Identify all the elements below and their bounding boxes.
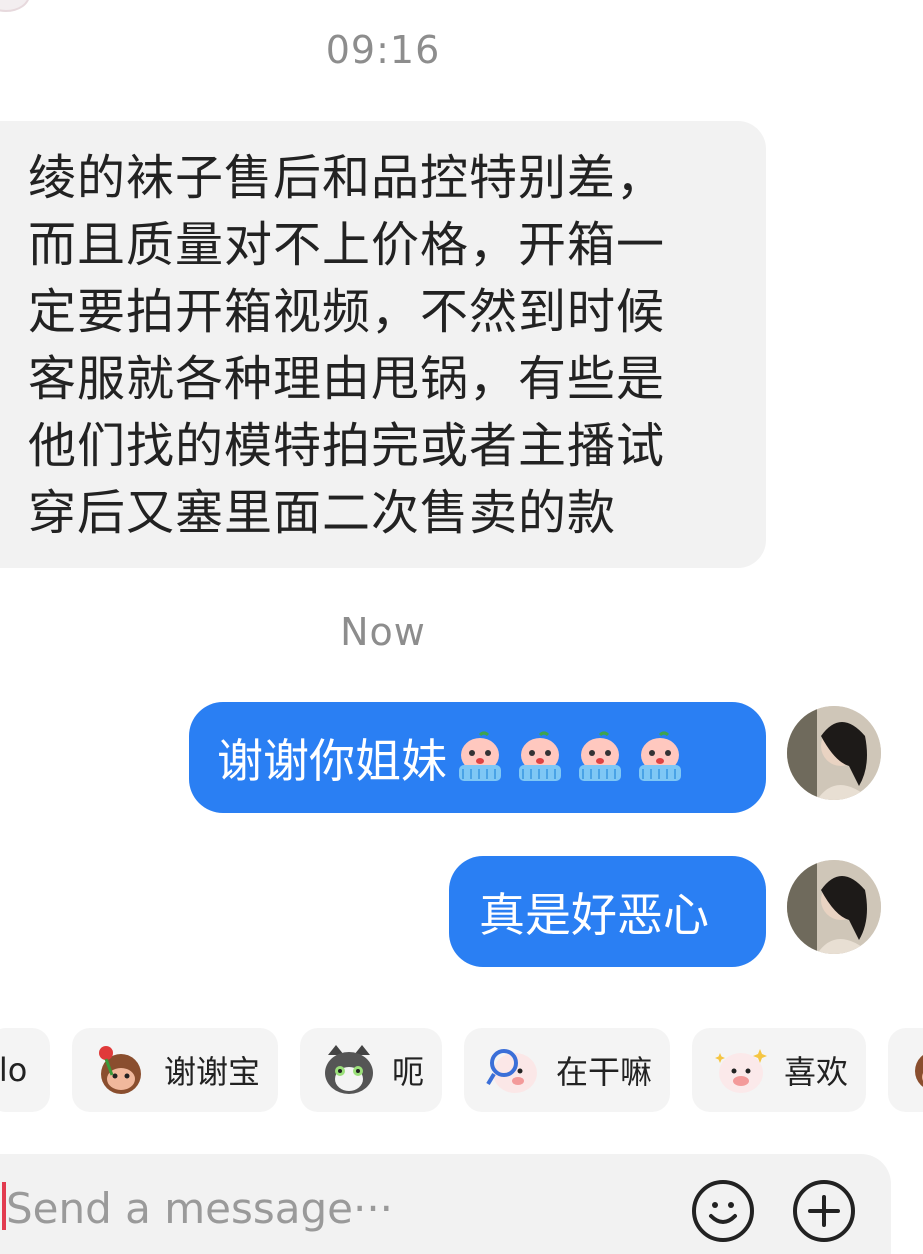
- message-text: 真是好恶心: [479, 887, 709, 942]
- crying-peach-sticker-icon: [573, 731, 627, 785]
- my-avatar[interactable]: [787, 860, 881, 954]
- message-line: 绫的袜子售后和品控特别差，: [28, 150, 666, 206]
- quick-reply-label: llo: [0, 1051, 28, 1089]
- quick-reply-chip[interactable]: 在干嘛: [464, 1028, 670, 1112]
- outgoing-message-bubble[interactable]: 谢谢你姐妹: [189, 702, 766, 813]
- partner-avatar-partial[interactable]: [0, 0, 30, 12]
- message-text: 谢谢你姐妹: [217, 733, 447, 788]
- crying-sticker-group: [453, 731, 687, 785]
- message-line: 他们找的模特拍完或者主播试: [28, 418, 666, 474]
- outgoing-message-bubble[interactable]: 真是好恶心: [449, 856, 766, 967]
- quick-reply-chip[interactable]: 呃: [300, 1028, 442, 1112]
- quick-reply-chip[interactable]: llo: [0, 1028, 50, 1112]
- quick-reply-row: llo 谢谢宝 呃 在干嘛 喜欢: [0, 1028, 923, 1112]
- crying-peach-sticker-icon: [453, 731, 507, 785]
- crying-peach-sticker-icon: [513, 731, 567, 785]
- message-line: 穿后又塞里面二次售卖的款: [28, 485, 617, 541]
- quick-reply-label: 在干嘛: [556, 1053, 653, 1091]
- quick-reply-chip[interactable]: 喜欢: [692, 1028, 866, 1112]
- timestamp: 09:16: [325, 28, 441, 72]
- message-line: 而且质量对不上价格，开箱一: [28, 217, 666, 273]
- monkey-sticker-icon: [906, 1041, 923, 1099]
- gray-cat-sticker-icon: [320, 1041, 378, 1099]
- incoming-message-bubble[interactable]: 绫的袜子售后和品控特别差， 而且质量对不上价格，开箱一 定要拍开箱视频，不然到时…: [0, 121, 766, 568]
- plus-icon[interactable]: [793, 1180, 855, 1242]
- my-avatar[interactable]: [787, 706, 881, 800]
- timestamp: Now: [340, 610, 426, 654]
- quick-reply-label: 喜欢: [784, 1053, 849, 1091]
- sparkle-sheep-sticker-icon: [712, 1041, 770, 1099]
- quick-reply-chip[interactable]: 谢谢宝: [72, 1028, 278, 1112]
- crying-peach-sticker-icon: [633, 731, 687, 785]
- quick-reply-label: 谢谢宝: [164, 1053, 261, 1091]
- quick-reply-label: 呃: [392, 1053, 425, 1091]
- quick-reply-chip[interactable]: [888, 1028, 923, 1112]
- message-composer: Send a message···: [0, 1154, 891, 1254]
- monkey-with-rose-sticker-icon: [92, 1041, 150, 1099]
- magnifier-sheep-sticker-icon: [484, 1041, 542, 1099]
- smiley-icon[interactable]: [692, 1180, 754, 1242]
- message-line: 定要拍开箱视频，不然到时候: [28, 284, 666, 340]
- message-line: 客服就各种理由甩锅，有些是: [28, 351, 666, 407]
